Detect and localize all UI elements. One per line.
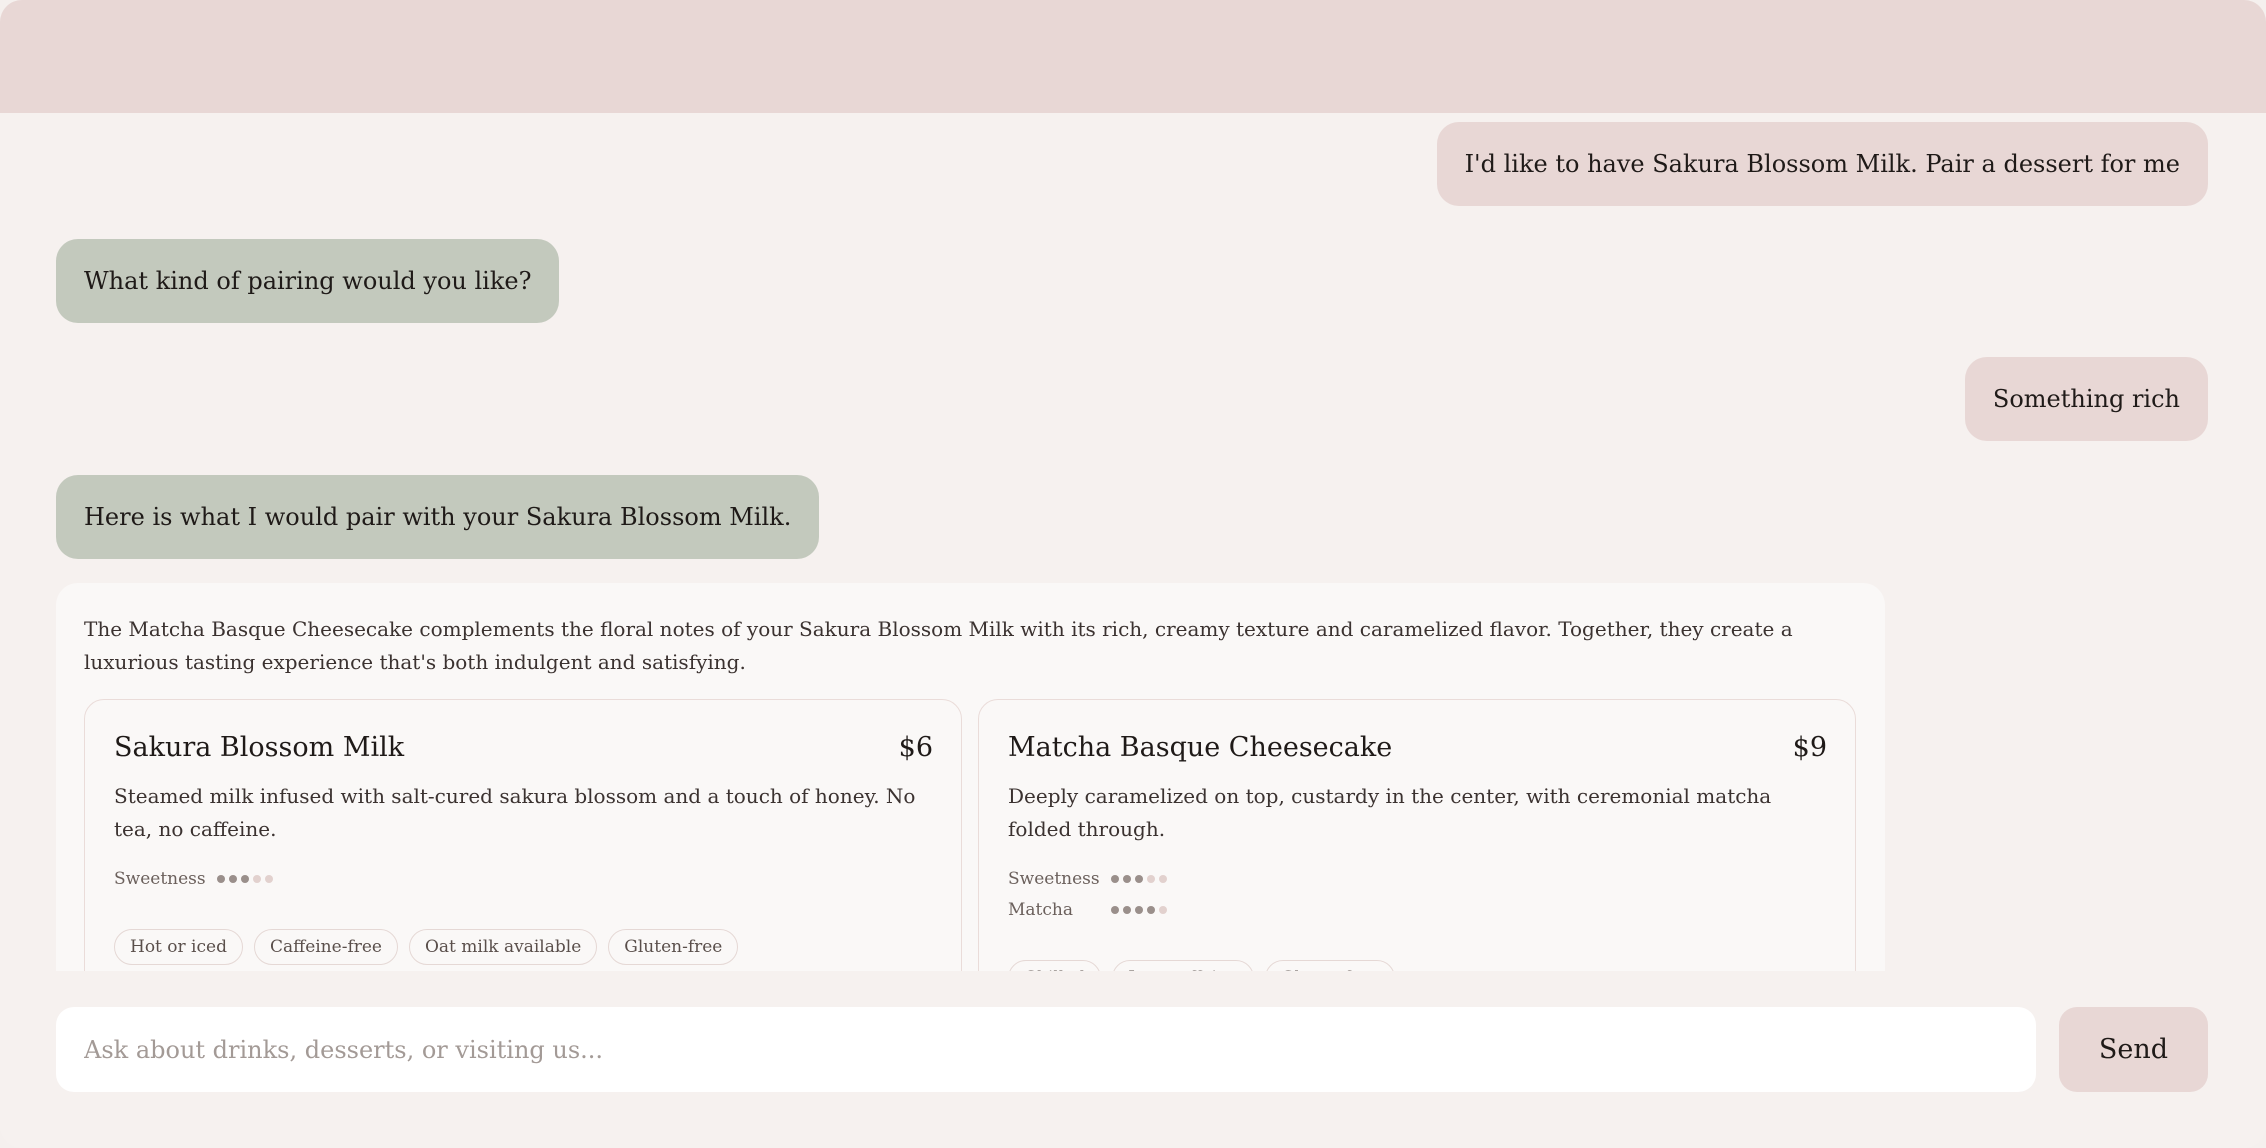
message-text: What kind of pairing would you like? [84,267,532,295]
matcha-meter: Matcha [1008,899,1167,921]
rating-dot [1111,875,1119,883]
tag-list: Chilled Low caffeine Gluten-free [1008,960,1396,971]
tag: Chilled [1008,960,1102,971]
message-input-container[interactable] [56,1007,2036,1092]
rating-dot [1147,875,1155,883]
rating-dot [217,875,225,883]
send-button[interactable]: Send [2059,1007,2208,1092]
tag: Caffeine-free [253,929,398,965]
message-text: I'd like to have Sakura Blossom Milk. Pa… [1464,150,2180,178]
rating-dot [1111,906,1119,914]
user-message: I'd like to have Sakura Blossom Milk. Pa… [1436,122,2208,206]
rating-dot [241,875,249,883]
message-text: Here is what I would pair with your Saku… [84,503,792,531]
item-description: Deeply caramelized on top, custardy in t… [1008,784,1772,841]
menu-item-card[interactable]: Matcha Basque Cheesecake $9 Deeply caram… [978,699,1856,971]
rating-dot [1135,875,1143,883]
tag-list: Hot or iced Caffeine-free Oat milk avail… [114,929,739,965]
meter-label: Sweetness [114,869,206,889]
pairing-recommendation: The Matcha Basque Cheesecake complements… [56,583,1885,971]
tag: Hot or iced [114,929,243,965]
meter-label: Matcha [1008,900,1073,920]
assistant-message: What kind of pairing would you like? [56,239,560,323]
message-input[interactable] [84,1035,2008,1064]
rating-dots [217,875,273,883]
chat-thread[interactable]: I'd like to have Sakura Blossom Milk. Pa… [0,113,2266,971]
rating-dot [265,875,273,883]
rating-dot [229,875,237,883]
item-name: Sakura Blossom Milk [114,732,405,763]
rating-dots [1111,906,1167,914]
tag: Gluten-free [608,929,739,965]
rating-dot [1135,906,1143,914]
user-message: Something rich [1964,357,2208,441]
rating-dot [1123,875,1131,883]
pairing-explanation: The Matcha Basque Cheesecake complements… [84,617,1793,674]
tag: Oat milk available [408,929,598,965]
rating-dot [1159,875,1167,883]
tag: Low caffeine [1112,960,1254,971]
assistant-message: Here is what I would pair with your Saku… [56,475,820,559]
item-description: Steamed milk infused with salt-cured sak… [114,784,916,841]
menu-item-card[interactable]: Sakura Blossom Milk $6 Steamed milk infu… [84,699,962,971]
rating-dot [253,875,261,883]
meter-label: Sweetness [1008,869,1100,889]
header-bar [0,0,2266,113]
sweetness-meter: Sweetness [114,868,273,890]
item-name: Matcha Basque Cheesecake [1008,732,1393,763]
message-text: Something rich [1992,385,2180,413]
sweetness-meter: Sweetness [1008,868,1167,890]
item-price: $6 [898,732,933,763]
item-price: $9 [1792,732,1827,763]
tag: Gluten-free [1264,960,1396,971]
rating-dots [1111,875,1167,883]
rating-dot [1123,906,1131,914]
rating-dot [1159,906,1167,914]
app-window: I'd like to have Sakura Blossom Milk. Pa… [0,0,2266,1148]
rating-dot [1147,906,1155,914]
